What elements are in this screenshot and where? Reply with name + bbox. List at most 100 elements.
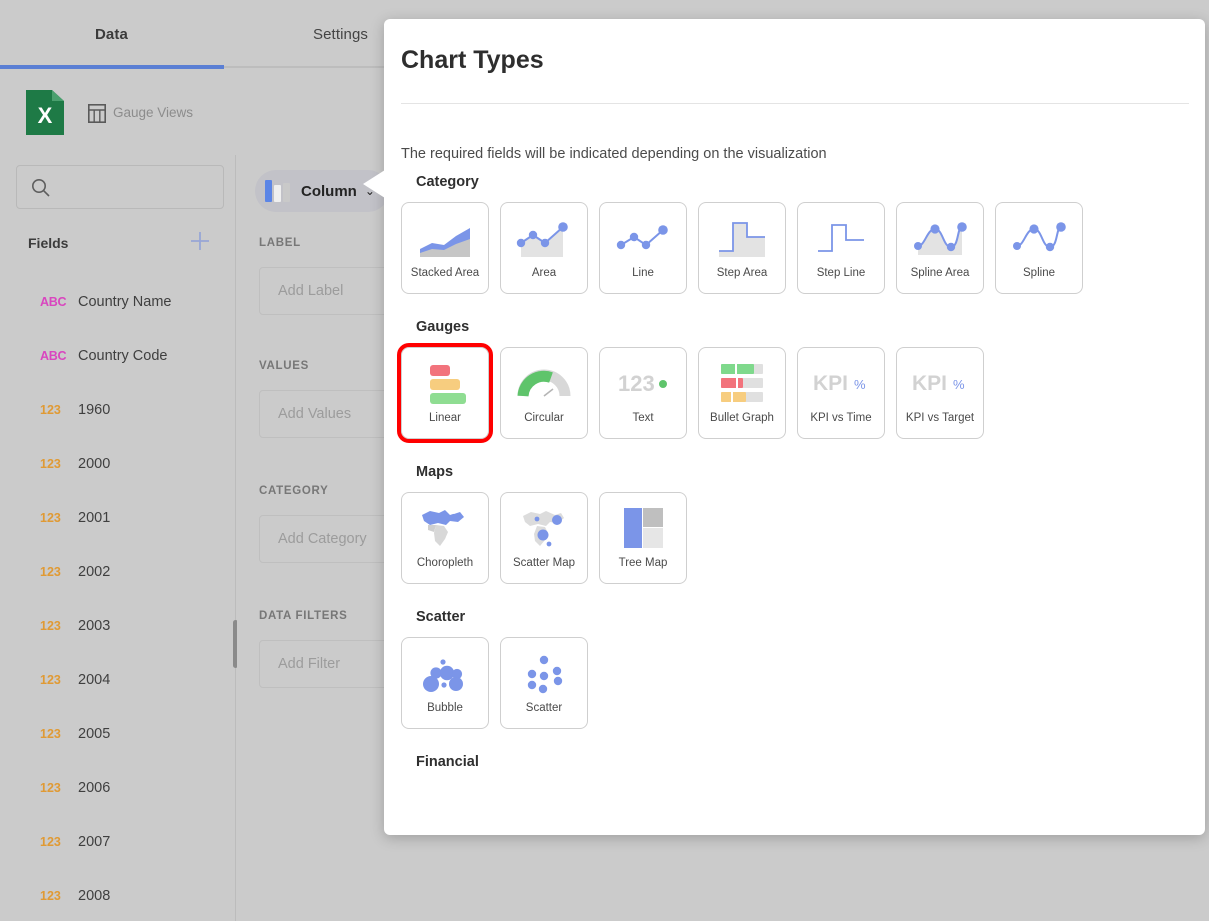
chart-type-tile-area[interactable]: Area [500,202,588,294]
chart-types-list[interactable]: Category Stacked Area Area Line Step Are… [384,174,1205,835]
search-input[interactable] [59,166,214,210]
chart-type-tile-spline[interactable]: Spline [995,202,1083,294]
field-label: 2003 [78,618,111,634]
scatter-map-icon [509,499,579,557]
chart-group-tiles: Bubble Scatter [401,637,1205,729]
chart-group: Financial [384,754,1205,770]
field-type-number-icon: 123 [40,403,61,417]
chart-type-tile-linear[interactable]: Linear [397,343,493,443]
field-label: 1960 [78,402,111,418]
chart-type-tile-step-area[interactable]: Step Area [698,202,786,294]
field-type-number-icon: 123 [40,781,61,795]
chart-type-tile-choropleth[interactable]: Choropleth [401,492,489,584]
add-field-button[interactable] [188,229,212,253]
tree-map-icon [608,499,678,557]
chart-type-tile-text[interactable]: 123 Text [599,347,687,439]
chart-group-tiles: Stacked Area Area Line Step Area Step Li… [401,202,1205,294]
field-label: 2001 [78,510,111,526]
fields-title: Fields [28,235,69,251]
table-icon [88,104,106,123]
chart-type-label: Bullet Graph [710,412,774,424]
field-type-number-icon: 123 [40,619,61,633]
modal-pointer-caret [363,170,385,198]
chart-group-title: Gauges [416,319,470,335]
field-item[interactable]: 123 2007 [0,815,235,869]
chart-type-label: Area [531,267,557,279]
tab-active-indicator [0,65,224,69]
section-title-category: CATEGORY [259,485,329,497]
chart-group: Category Stacked Area Area Line Step Are… [384,174,1205,294]
field-type-number-icon: 123 [40,673,61,687]
chart-type-tile-scatter[interactable]: Scatter [500,637,588,729]
dialog-divider [401,103,1189,104]
chart-group-title: Financial [416,754,479,770]
tab-data[interactable]: Data [95,26,128,43]
app-root: Data Settings X Gauge Views Fields ABC C… [0,0,1209,921]
step-area-icon [707,209,777,267]
chart-type-label: Bubble [427,702,463,714]
fields-panel: Fields ABC Country Name ABC Country Code 123… [0,155,238,921]
svg-text:X: X [38,103,53,128]
field-item[interactable]: 123 2002 [0,545,235,599]
field-type-number-icon: 123 [40,457,61,471]
svg-text:KPI: KPI [912,372,947,395]
chart-type-label: KPI vs Target [905,412,975,424]
chart-type-label: Choropleth [416,557,474,569]
spline-icon [1004,209,1074,267]
chart-type-tile-spline-area[interactable]: Spline Area [896,202,984,294]
field-item[interactable]: 123 2003 [0,599,235,653]
step-line-icon [806,209,876,267]
chart-group: Scatter Bubble Scatter [384,609,1205,729]
svg-text:123: 123 [618,371,655,396]
chart-type-tile-bullet-graph[interactable]: Bullet Graph [698,347,786,439]
text-gauge-icon: 123 [608,354,678,412]
chart-type-label: Tree Map [618,557,668,569]
search-box[interactable] [16,165,224,210]
section-title-data-filters: DATA FILTERS [259,610,348,622]
field-item[interactable]: 123 2008 [0,869,235,921]
field-item[interactable]: 123 2006 [0,761,235,815]
circular-gauge-icon [509,354,579,412]
chart-type-label: Spline Area [910,267,970,279]
chart-type-tile-stacked-area[interactable]: Stacked Area [401,202,489,294]
field-type-text-icon: ABC [40,349,67,363]
chart-type-label: Step Area [716,267,768,279]
field-item[interactable]: 123 2004 [0,653,235,707]
chart-type-tile-tree-map[interactable]: Tree Map [599,492,687,584]
excel-file-icon[interactable]: X [26,90,64,135]
chart-group: Maps Choropleth Scatter Map Tree Map [384,464,1205,584]
tab-settings[interactable]: Settings [313,26,368,43]
linear-gauge-icon [410,354,480,412]
field-item[interactable]: 123 2000 [0,437,235,491]
stacked-area-icon [410,209,480,267]
chart-type-label: Column [301,182,357,200]
chart-type-tile-kpi-vs-time[interactable]: KPI % KPI vs Time [797,347,885,439]
field-type-number-icon: 123 [40,565,61,579]
chart-group-tiles: Linear Circular 123 Text Bullet Graph KP… [397,343,1205,443]
svg-text:%: % [854,377,866,392]
chart-type-label: Scatter Map [513,557,575,569]
field-type-number-icon: 123 [40,727,61,741]
chart-type-tile-circular[interactable]: Circular [500,347,588,439]
chart-types-dialog: Chart Types The required fields will be … [384,19,1205,835]
spline-area-icon [905,209,975,267]
chart-type-label: Step Line [816,267,866,279]
section-title-values: VALUES [259,360,309,372]
field-item[interactable]: ABC Country Name [0,275,235,329]
field-label: 2002 [78,564,111,580]
chart-type-tile-line[interactable]: Line [599,202,687,294]
chart-type-tile-step-line[interactable]: Step Line [797,202,885,294]
field-item[interactable]: ABC Country Code [0,329,235,383]
chart-type-tile-bubble[interactable]: Bubble [401,637,489,729]
chart-type-tile-scatter-map[interactable]: Scatter Map [500,492,588,584]
fields-list[interactable]: ABC Country Name ABC Country Code 123 1960 123… [0,275,235,921]
data-view-name[interactable]: Gauge Views [113,105,193,120]
field-item[interactable]: 123 2005 [0,707,235,761]
chart-type-label: Linear [429,412,461,424]
bullet-graph-icon [707,354,777,412]
field-item[interactable]: 123 1960 [0,383,235,437]
field-label: 2006 [78,780,111,796]
field-item[interactable]: 123 2001 [0,491,235,545]
chart-type-tile-kpi-vs-target[interactable]: KPI % KPI vs Target [896,347,984,439]
chart-type-label: KPI vs Time [810,412,872,424]
